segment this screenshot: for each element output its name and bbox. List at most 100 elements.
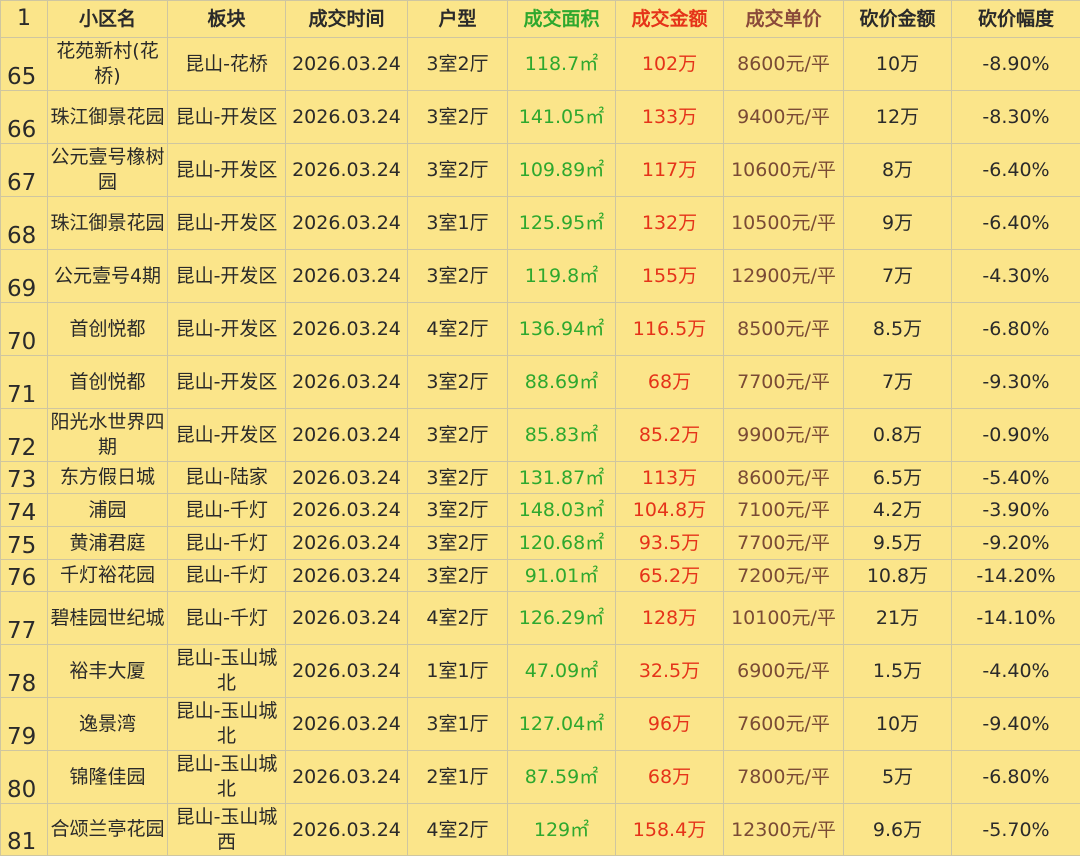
- cell-cut-amount[interactable]: 12万: [844, 91, 952, 144]
- cell-layout[interactable]: 4室2厅: [408, 804, 508, 856]
- row-number[interactable]: 66: [1, 91, 48, 144]
- cell-cut-percent[interactable]: -3.90%: [952, 494, 1080, 527]
- cell-amount[interactable]: 133万: [616, 91, 724, 144]
- row-number[interactable]: 75: [1, 527, 48, 560]
- row-number[interactable]: 71: [1, 356, 48, 409]
- cell-date[interactable]: 2026.03.24: [286, 144, 408, 197]
- table-row[interactable]: 72阳光水世界四期昆山-开发区2026.03.243室2厅85.83㎡85.2万…: [1, 409, 1080, 462]
- cell-cut-percent[interactable]: -5.40%: [952, 462, 1080, 494]
- row-number[interactable]: 72: [1, 409, 48, 462]
- cell-layout[interactable]: 3室2厅: [408, 527, 508, 560]
- row-number[interactable]: 70: [1, 303, 48, 356]
- cell-cut-amount[interactable]: 4.2万: [844, 494, 952, 527]
- cell-area[interactable]: 109.89㎡: [508, 144, 616, 197]
- table-row[interactable]: 76千灯裕花园昆山-千灯2026.03.243室2厅91.01㎡65.2万720…: [1, 560, 1080, 592]
- cell-date[interactable]: 2026.03.24: [286, 303, 408, 356]
- cell-cut-amount[interactable]: 0.8万: [844, 409, 952, 462]
- cell-amount[interactable]: 132万: [616, 197, 724, 250]
- cell-unit-price[interactable]: 10100元/平: [724, 592, 844, 645]
- cell-block[interactable]: 昆山-开发区: [168, 356, 286, 409]
- cell-community[interactable]: 千灯裕花园: [48, 560, 168, 592]
- table-row[interactable]: 70首创悦都昆山-开发区2026.03.244室2厅136.94㎡116.5万8…: [1, 303, 1080, 356]
- cell-date[interactable]: 2026.03.24: [286, 698, 408, 751]
- cell-cut-amount[interactable]: 9.5万: [844, 527, 952, 560]
- cell-area[interactable]: 127.04㎡: [508, 698, 616, 751]
- row-number[interactable]: 73: [1, 462, 48, 494]
- cell-block[interactable]: 昆山-开发区: [168, 250, 286, 303]
- cell-cut-percent[interactable]: -8.90%: [952, 38, 1080, 91]
- cell-unit-price[interactable]: 7100元/平: [724, 494, 844, 527]
- cell-unit-price[interactable]: 12300元/平: [724, 804, 844, 856]
- cell-cut-percent[interactable]: -4.40%: [952, 645, 1080, 698]
- cell-cut-percent[interactable]: -5.70%: [952, 804, 1080, 856]
- cell-cut-amount[interactable]: 1.5万: [844, 645, 952, 698]
- cell-area[interactable]: 119.8㎡: [508, 250, 616, 303]
- cell-area[interactable]: 118.7㎡: [508, 38, 616, 91]
- table-row[interactable]: 81合颂兰亭花园昆山-玉山城西2026.03.244室2厅129㎡158.4万1…: [1, 804, 1080, 856]
- cell-area[interactable]: 126.29㎡: [508, 592, 616, 645]
- cell-amount[interactable]: 85.2万: [616, 409, 724, 462]
- column-header-area[interactable]: 成交面积: [508, 1, 616, 38]
- cell-cut-percent[interactable]: -6.80%: [952, 303, 1080, 356]
- cell-block[interactable]: 昆山-玉山城北: [168, 698, 286, 751]
- cell-cut-amount[interactable]: 6.5万: [844, 462, 952, 494]
- row-number[interactable]: 67: [1, 144, 48, 197]
- cell-unit-price[interactable]: 12900元/平: [724, 250, 844, 303]
- cell-cut-percent[interactable]: -6.40%: [952, 144, 1080, 197]
- column-header-cut-percent[interactable]: 砍价幅度: [952, 1, 1080, 38]
- cell-unit-price[interactable]: 8600元/平: [724, 462, 844, 494]
- cell-layout[interactable]: 4室2厅: [408, 592, 508, 645]
- row-number[interactable]: 68: [1, 197, 48, 250]
- cell-cut-amount[interactable]: 9万: [844, 197, 952, 250]
- table-row[interactable]: 68珠江御景花园昆山-开发区2026.03.243室1厅125.95㎡132万1…: [1, 197, 1080, 250]
- cell-community[interactable]: 珠江御景花园: [48, 197, 168, 250]
- cell-block[interactable]: 昆山-千灯: [168, 560, 286, 592]
- cell-date[interactable]: 2026.03.24: [286, 527, 408, 560]
- cell-community[interactable]: 锦隆佳园: [48, 751, 168, 804]
- column-header-block[interactable]: 板块: [168, 1, 286, 38]
- cell-area[interactable]: 148.03㎡: [508, 494, 616, 527]
- cell-community[interactable]: 首创悦都: [48, 303, 168, 356]
- cell-community[interactable]: 黄浦君庭: [48, 527, 168, 560]
- table-row[interactable]: 74浦园昆山-千灯2026.03.243室2厅148.03㎡104.8万7100…: [1, 494, 1080, 527]
- cell-block[interactable]: 昆山-开发区: [168, 197, 286, 250]
- cell-unit-price[interactable]: 9400元/平: [724, 91, 844, 144]
- cell-amount[interactable]: 158.4万: [616, 804, 724, 856]
- cell-community[interactable]: 东方假日城: [48, 462, 168, 494]
- cell-date[interactable]: 2026.03.24: [286, 197, 408, 250]
- cell-area[interactable]: 125.95㎡: [508, 197, 616, 250]
- cell-cut-amount[interactable]: 8万: [844, 144, 952, 197]
- cell-layout[interactable]: 2室1厅: [408, 751, 508, 804]
- cell-cut-percent[interactable]: -14.10%: [952, 592, 1080, 645]
- cell-block[interactable]: 昆山-开发区: [168, 91, 286, 144]
- cell-block[interactable]: 昆山-千灯: [168, 494, 286, 527]
- cell-community[interactable]: 花苑新村(花桥): [48, 38, 168, 91]
- table-row[interactable]: 75黄浦君庭昆山-千灯2026.03.243室2厅120.68㎡93.5万770…: [1, 527, 1080, 560]
- cell-area[interactable]: 88.69㎡: [508, 356, 616, 409]
- cell-date[interactable]: 2026.03.24: [286, 560, 408, 592]
- cell-layout[interactable]: 3室1厅: [408, 698, 508, 751]
- cell-amount[interactable]: 93.5万: [616, 527, 724, 560]
- cell-amount[interactable]: 104.8万: [616, 494, 724, 527]
- cell-layout[interactable]: 3室2厅: [408, 494, 508, 527]
- cell-cut-amount[interactable]: 7万: [844, 250, 952, 303]
- cell-block[interactable]: 昆山-花桥: [168, 38, 286, 91]
- column-header-date[interactable]: 成交时间: [286, 1, 408, 38]
- cell-layout[interactable]: 3室2厅: [408, 144, 508, 197]
- cell-date[interactable]: 2026.03.24: [286, 494, 408, 527]
- cell-community[interactable]: 首创悦都: [48, 356, 168, 409]
- cell-cut-amount[interactable]: 10.8万: [844, 560, 952, 592]
- cell-unit-price[interactable]: 7700元/平: [724, 527, 844, 560]
- table-row[interactable]: 73东方假日城昆山-陆家2026.03.243室2厅131.87㎡113万860…: [1, 462, 1080, 494]
- cell-area[interactable]: 85.83㎡: [508, 409, 616, 462]
- cell-date[interactable]: 2026.03.24: [286, 250, 408, 303]
- table-row[interactable]: 78裕丰大厦昆山-玉山城北2026.03.241室1厅47.09㎡32.5万69…: [1, 645, 1080, 698]
- cell-amount[interactable]: 113万: [616, 462, 724, 494]
- cell-unit-price[interactable]: 7200元/平: [724, 560, 844, 592]
- cell-amount[interactable]: 117万: [616, 144, 724, 197]
- cell-amount[interactable]: 116.5万: [616, 303, 724, 356]
- cell-date[interactable]: 2026.03.24: [286, 804, 408, 856]
- cell-date[interactable]: 2026.03.24: [286, 91, 408, 144]
- cell-area[interactable]: 141.05㎡: [508, 91, 616, 144]
- table-row[interactable]: 65花苑新村(花桥)昆山-花桥2026.03.243室2厅118.7㎡102万8…: [1, 38, 1080, 91]
